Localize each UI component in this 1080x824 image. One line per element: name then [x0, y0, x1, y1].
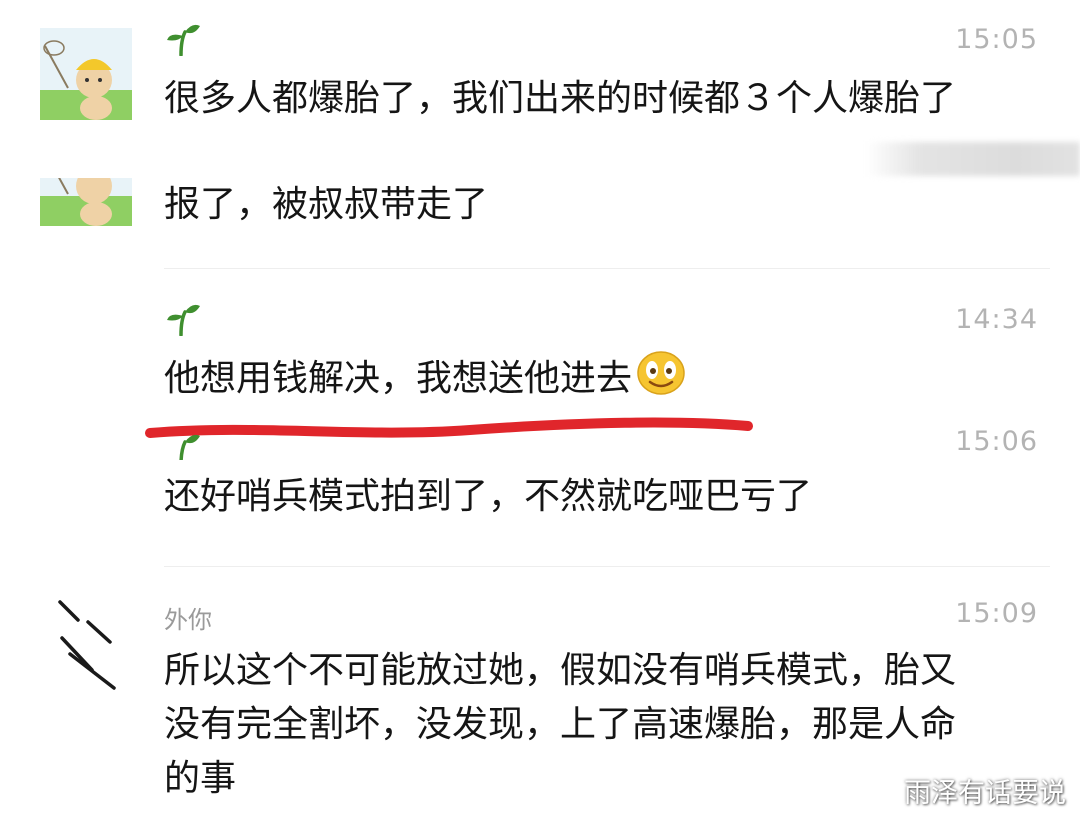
redacted-region: [866, 142, 1080, 176]
sprout-icon: [164, 432, 202, 460]
message-text: 他想用钱解决，我想送他进去: [164, 350, 1044, 412]
message-text-content: 他想用钱解决，我想送他进去: [164, 358, 633, 399]
avatar[interactable]: [48, 598, 132, 694]
message-text: 报了，被叔叔带走了: [164, 184, 489, 225]
grinning-face-emoji: [636, 350, 686, 412]
message-time: 15:05: [955, 24, 1038, 55]
message-text: 很多人都爆胎了，我们出来的时候都３个人爆胎了: [164, 78, 957, 119]
avatar[interactable]: [40, 28, 132, 120]
sprout-icon: [164, 22, 202, 57]
message-text: 还好哨兵模式拍到了，不然就吃哑巴亏了: [164, 476, 813, 517]
message-time: 14:34: [955, 304, 1038, 335]
divider: [164, 268, 1050, 269]
sprout-icon: [164, 302, 202, 337]
message-time: 15:09: [955, 598, 1038, 629]
avatar[interactable]: [40, 178, 132, 226]
message-line: 没有完全割坏，没发现，上了高速爆胎，那是人命: [164, 704, 957, 745]
watermark: 雨泽有话要说: [904, 778, 1066, 809]
message-time: 15:06: [955, 426, 1038, 457]
divider: [164, 566, 1050, 567]
sender-name: 外你: [164, 606, 212, 634]
message-line: 所以这个不可能放过她，假如没有哨兵模式，胎又: [164, 650, 957, 691]
